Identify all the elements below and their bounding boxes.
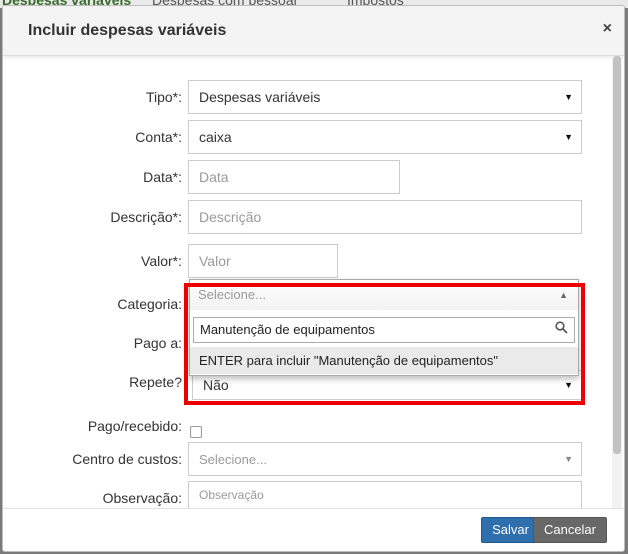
categoria-create-option[interactable]: ENTER para incluir "Manutenção de equipa… — [190, 347, 578, 374]
data-input[interactable]: Data — [188, 160, 400, 194]
conta-value: caixa — [199, 129, 232, 145]
observacao-label: Observação: — [102, 490, 182, 506]
chevron-down-icon: ▼ — [564, 92, 573, 102]
chevron-down-icon: ▼ — [564, 454, 573, 464]
tipo-label: Tipo*: — [145, 89, 182, 105]
tipo-select[interactable]: Despesas variáveis ▼ — [188, 80, 582, 114]
modal-scrollbar[interactable] — [612, 56, 622, 516]
categoria-search-value: Manutenção de equipamentos — [200, 322, 375, 337]
pago-recebido-checkbox[interactable] — [190, 426, 202, 438]
modal-title: Incluir despesas variáveis — [28, 22, 227, 39]
observacao-placeholder: Observação — [199, 488, 264, 502]
centro-de-custos-placeholder: Selecione... — [199, 452, 267, 467]
scrollbar-thumb[interactable] — [613, 56, 621, 454]
descricao-label: Descrição*: — [110, 209, 182, 225]
centro-de-custos-select[interactable]: Selecione... ▼ — [188, 442, 582, 476]
data-placeholder: Data — [199, 169, 229, 185]
conta-label: Conta*: — [135, 129, 182, 145]
valor-placeholder: Valor — [199, 253, 231, 269]
valor-input[interactable]: Valor — [188, 244, 338, 278]
close-icon[interactable]: × — [603, 20, 612, 38]
categoria-dropdown[interactable]: Selecione... ▲ Manutenção de equipamento… — [189, 279, 579, 376]
categoria-select[interactable]: Selecione... ▲ — [190, 280, 578, 310]
conta-select[interactable]: caixa ▼ — [188, 120, 582, 154]
tipo-value: Despesas variáveis — [199, 89, 321, 105]
descricao-placeholder: Descrição — [199, 209, 262, 225]
descricao-input[interactable]: Descrição — [188, 200, 582, 234]
save-button[interactable]: Salvar — [481, 517, 540, 543]
modal-header: Incluir despesas variáveis × — [3, 6, 624, 56]
pago-a-label: Pago a: — [133, 335, 182, 351]
categoria-placeholder: Selecione... — [198, 287, 266, 302]
cancel-button[interactable]: Cancelar — [532, 517, 607, 543]
modal-footer: Salvar Cancelar — [3, 508, 624, 551]
pago-recebido-label: Pago/recebido: — [87, 418, 182, 434]
chevron-up-icon: ▲ — [559, 290, 568, 300]
categoria-search-input[interactable]: Manutenção de equipamentos — [193, 317, 575, 343]
chevron-down-icon: ▼ — [564, 132, 573, 142]
repete-value: Não — [203, 377, 229, 393]
repete-label: Repete? — [129, 374, 182, 390]
categoria-label: Categoria: — [117, 296, 182, 312]
centro-de-custos-label: Centro de custos: — [72, 451, 182, 467]
data-label: Data*: — [143, 169, 182, 185]
search-icon — [555, 318, 568, 342]
valor-label: Valor*: — [141, 253, 182, 269]
